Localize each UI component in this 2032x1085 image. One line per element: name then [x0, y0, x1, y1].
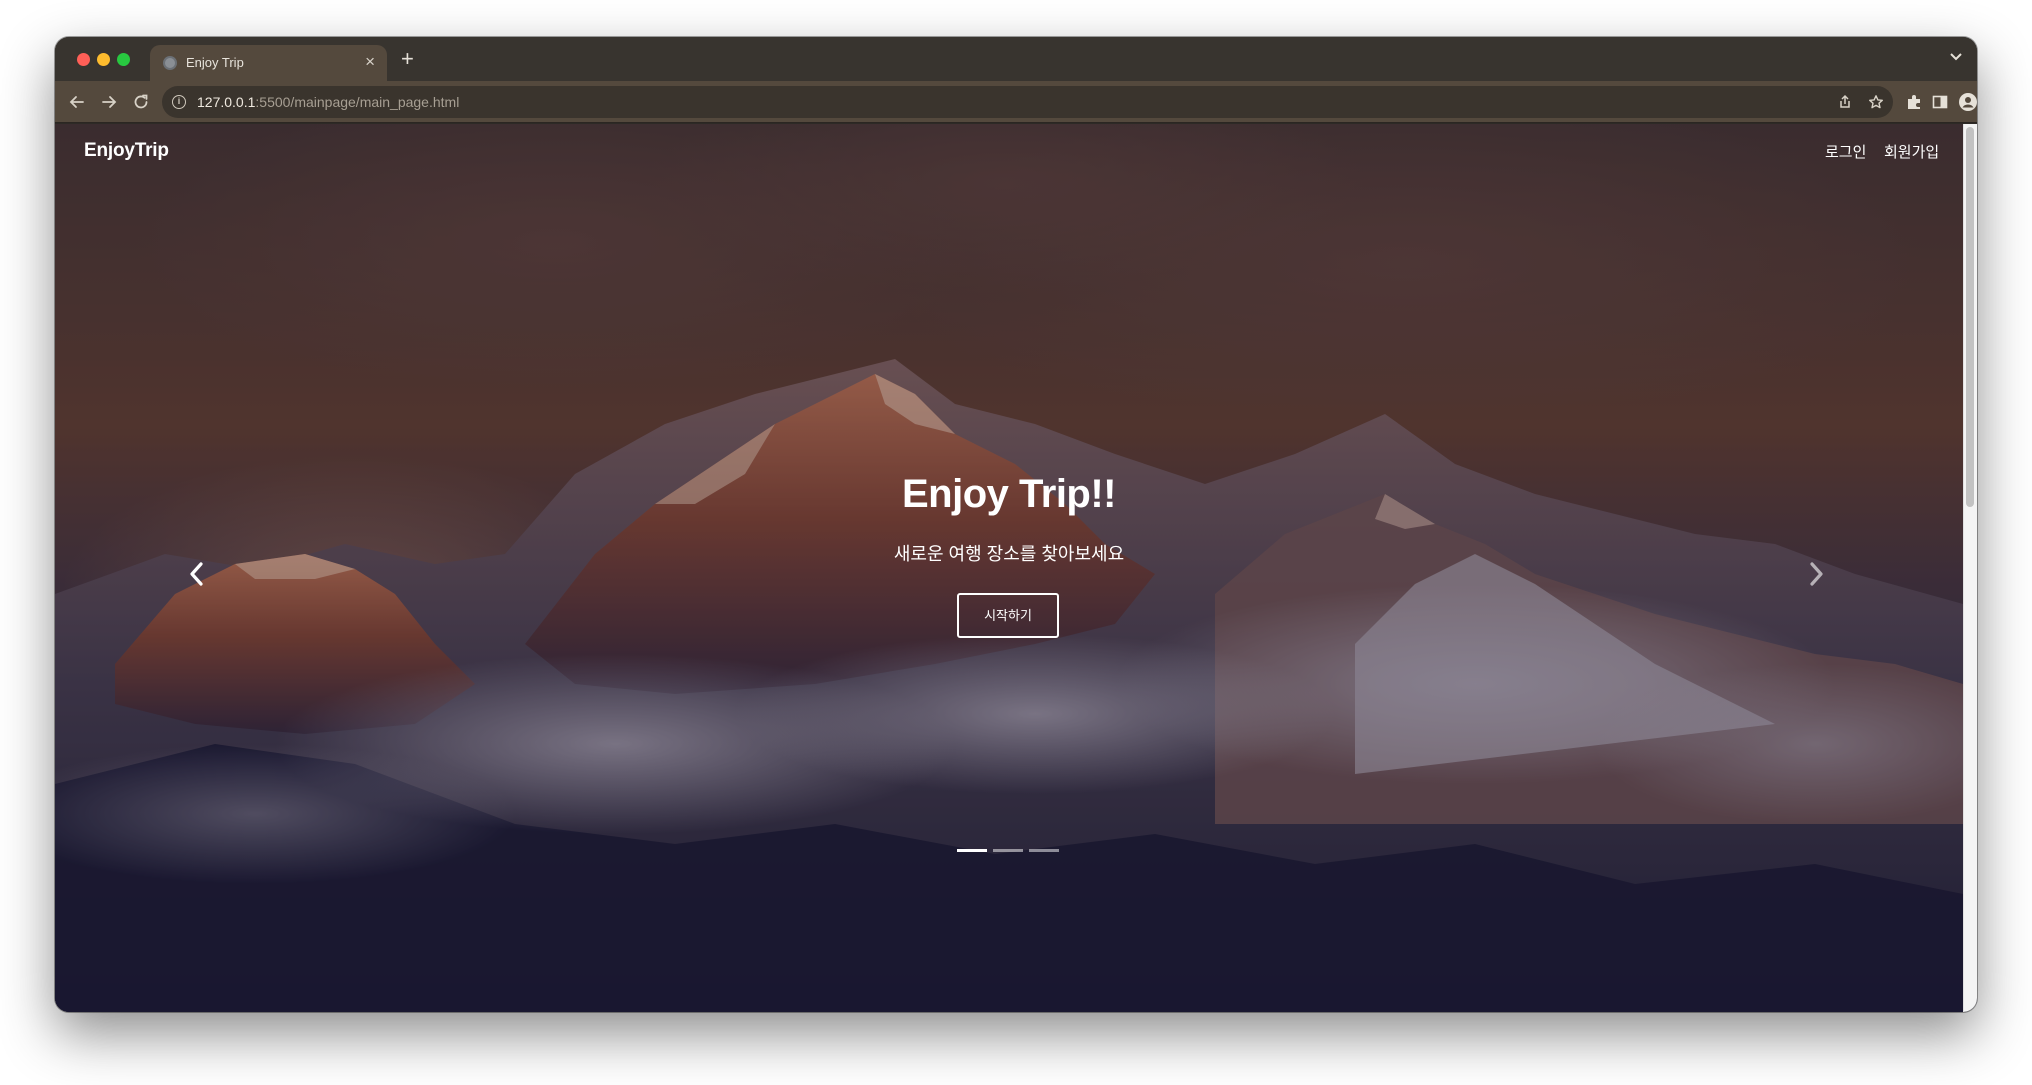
- forward-arrow-icon[interactable]: [100, 93, 118, 111]
- url-host: 127.0.0.1: [197, 94, 256, 110]
- new-tab-button[interactable]: +: [401, 46, 414, 72]
- hero-subtitle: 새로운 여행 장소를 찾아보세요: [893, 544, 1125, 564]
- side-panel-icon[interactable]: [1931, 93, 1949, 111]
- minimize-window-button[interactable]: [97, 53, 110, 66]
- close-window-button[interactable]: [77, 53, 90, 66]
- tab-enjoy-trip[interactable]: Enjoy Trip ×: [150, 45, 387, 81]
- globe-favicon-icon: [163, 56, 177, 70]
- start-button[interactable]: 시작하기: [957, 593, 1059, 638]
- carousel-indicator-3[interactable]: [1029, 849, 1059, 852]
- reload-icon[interactable]: [132, 93, 150, 111]
- tab-search-icon[interactable]: [1949, 50, 1963, 64]
- carousel-indicator-2[interactable]: [993, 849, 1023, 852]
- browser-toolbar: i 127.0.0.1:5500/mainpage/main_page.html: [55, 81, 1977, 123]
- signup-link[interactable]: 회원가입: [1884, 141, 1939, 162]
- hero-title: Enjoy Trip!!: [902, 472, 1117, 516]
- carousel-indicator-1[interactable]: [957, 849, 987, 852]
- chevron-left-icon[interactable]: [185, 560, 209, 588]
- share-icon[interactable]: [1837, 94, 1853, 110]
- extensions-puzzle-icon[interactable]: [1905, 93, 1923, 111]
- profile-icon[interactable]: [1958, 92, 1977, 112]
- page-viewport: EnjoyTrip 로그인 회원가입 Enjoy Trip!! 새로운 여행 장…: [55, 124, 1977, 1012]
- dark-overlay: [55, 124, 1977, 1012]
- tab-strip: Enjoy Trip × +: [55, 37, 1977, 81]
- scrollbar[interactable]: [1963, 124, 1977, 1012]
- carousel-indicators: [957, 849, 1061, 853]
- maximize-window-button[interactable]: [117, 53, 130, 66]
- login-link[interactable]: 로그인: [1825, 141, 1866, 162]
- chevron-right-icon[interactable]: [1804, 560, 1828, 588]
- bookmark-star-icon[interactable]: [1868, 94, 1884, 110]
- info-icon[interactable]: i: [172, 95, 186, 109]
- url-path: :5500/mainpage/main_page.html: [255, 94, 460, 110]
- url-text[interactable]: 127.0.0.1:5500/mainpage/main_page.html: [197, 94, 459, 110]
- back-arrow-icon[interactable]: [68, 93, 86, 111]
- address-bar[interactable]: i 127.0.0.1:5500/mainpage/main_page.html: [162, 86, 1893, 118]
- close-tab-icon[interactable]: ×: [365, 52, 375, 72]
- brand-logo[interactable]: EnjoyTrip: [84, 140, 169, 162]
- tab-title: Enjoy Trip: [186, 55, 244, 70]
- browser-window: Enjoy Trip × + i 127.0.0.1:5500/mainpage…: [55, 37, 1977, 1012]
- scrollbar-thumb[interactable]: [1966, 127, 1974, 507]
